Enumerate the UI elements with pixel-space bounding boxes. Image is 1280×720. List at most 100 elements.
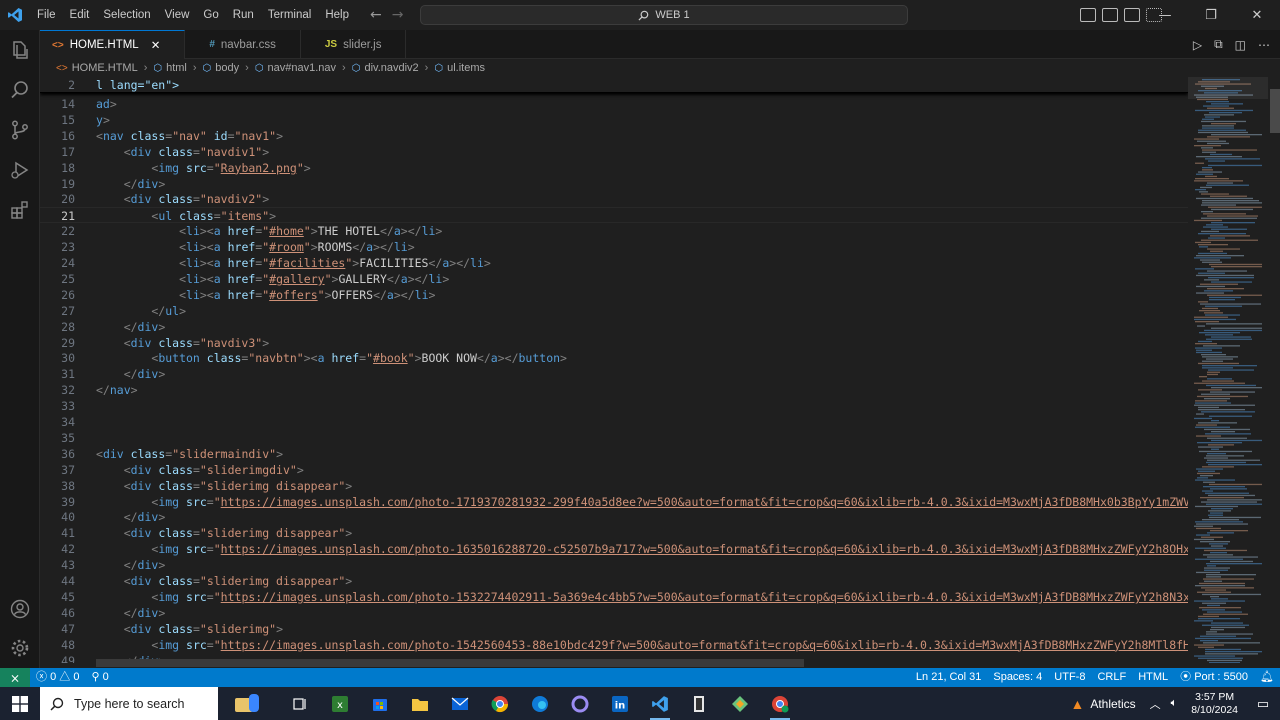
- split-editor-icon[interactable]: ◫: [1235, 38, 1246, 52]
- code-line[interactable]: 43 </div>: [40, 557, 1188, 573]
- chrome-profile-icon[interactable]: [760, 687, 800, 720]
- breadcrumb-item[interactable]: body: [215, 62, 239, 74]
- remote-indicator-icon[interactable]: ⨯: [0, 668, 30, 687]
- toggle-sidebar-icon[interactable]: [1080, 8, 1096, 22]
- code-line[interactable]: 45 <img src="https://images.unsplash.com…: [40, 589, 1188, 605]
- code-line[interactable]: 15 y>: [40, 112, 1188, 128]
- extensions-icon[interactable]: [0, 190, 40, 230]
- code-line[interactable]: 16 <nav class="nav" id="nav1">: [40, 128, 1188, 144]
- breadcrumb-item[interactable]: nav#nav1.nav: [268, 62, 337, 74]
- weather-icon[interactable]: ▲: [1070, 696, 1084, 712]
- linkedin-icon[interactable]: in: [600, 687, 640, 720]
- search-icon[interactable]: [0, 70, 40, 110]
- mail-icon[interactable]: [440, 687, 480, 720]
- live-server-port[interactable]: ⦿ Port : 5500: [1174, 668, 1254, 687]
- open-preview-icon[interactable]: ⧉: [1214, 37, 1223, 52]
- code-line[interactable]: 30 <button class="navbtn"><a href="#book…: [40, 350, 1188, 366]
- code-line[interactable]: 25 <li><a href="#gallery">GALLERY</a></l…: [40, 271, 1188, 287]
- taskbar-search-box[interactable]: Type here to search: [40, 687, 218, 720]
- excel-icon[interactable]: x: [320, 687, 360, 720]
- breadcrumb-item[interactable]: div.navdiv2: [364, 62, 418, 74]
- code-line[interactable]: 38 <div class="sliderimg disappear">: [40, 478, 1188, 494]
- file-explorer-icon[interactable]: [400, 687, 440, 720]
- code-line[interactable]: 36 <div class="slidermaindiv">: [40, 446, 1188, 462]
- code-line[interactable]: 17 <div class="navdiv1">: [40, 144, 1188, 160]
- code-line[interactable]: 2 l lang="en">: [40, 77, 1188, 93]
- minimap[interactable]: [1188, 77, 1268, 663]
- code-line[interactable]: 14 ad>: [40, 96, 1188, 112]
- code-line[interactable]: 23 <li><a href="#room">ROOMS</a></li>: [40, 239, 1188, 255]
- tab-navbar-css[interactable]: # navbar.css: [185, 30, 301, 59]
- tab-home-html[interactable]: <> HOME.HTML ✕: [40, 30, 186, 59]
- account-icon[interactable]: [0, 589, 40, 629]
- vscode-taskbar-icon[interactable]: [640, 687, 680, 720]
- toggle-secondary-sidebar-icon[interactable]: [1124, 8, 1140, 22]
- code-line[interactable]: 20 <div class="navdiv2">: [40, 191, 1188, 207]
- code-line[interactable]: 26 <li><a href="#offers">OFFERS</a></li>: [40, 287, 1188, 303]
- store-icon[interactable]: [360, 687, 400, 720]
- language-mode[interactable]: HTML: [1132, 668, 1174, 687]
- encoding[interactable]: UTF-8: [1048, 668, 1091, 687]
- edge-icon[interactable]: [520, 687, 560, 720]
- code-line[interactable]: 47 <div class="sliderimg">: [40, 621, 1188, 637]
- menu-run[interactable]: Run: [226, 0, 261, 30]
- task-view-icon[interactable]: [280, 687, 320, 720]
- code-line[interactable]: 48 <img src="https://images.unsplash.com…: [40, 637, 1188, 653]
- cursor-position[interactable]: Ln 21, Col 31: [910, 668, 987, 687]
- more-actions-icon[interactable]: ⋯: [1258, 38, 1270, 52]
- code-line[interactable]: 21 <ul class="items">: [40, 207, 1188, 224]
- git-kraken-icon[interactable]: [720, 687, 760, 720]
- code-line[interactable]: 28 </div>: [40, 319, 1188, 335]
- menu-edit[interactable]: Edit: [63, 0, 97, 30]
- horizontal-scroll-thumb[interactable]: [96, 659, 804, 667]
- explorer-icon[interactable]: [0, 30, 40, 70]
- code-line[interactable]: 44 <div class="sliderimg disappear">: [40, 573, 1188, 589]
- weather-label[interactable]: Athletics: [1090, 697, 1135, 711]
- copilot-icon[interactable]: [218, 687, 280, 720]
- run-play-icon[interactable]: ▷: [1193, 38, 1202, 52]
- terminal-icon[interactable]: [680, 687, 720, 720]
- breadcrumb-item[interactable]: ul.items: [447, 62, 485, 74]
- code-line[interactable]: 46 </div>: [40, 605, 1188, 621]
- code-editor[interactable]: 2l lang="en"> 14 ad> 15 y> 16 <nav class="nav"…: [40, 77, 1188, 663]
- menu-go[interactable]: Go: [196, 0, 225, 30]
- command-center-search[interactable]: WEB 1: [420, 5, 908, 25]
- code-line[interactable]: 22 <li><a href="#home">THE HOTEL</a></li…: [40, 223, 1188, 239]
- settings-gear-icon[interactable]: [0, 628, 40, 668]
- code-line[interactable]: 29 <div class="navdiv3">: [40, 335, 1188, 351]
- code-line[interactable]: 27 </ul>: [40, 303, 1188, 319]
- breadcrumb-item[interactable]: HOME.HTML: [72, 62, 138, 74]
- code-line[interactable]: 41 <div class="sliderimg disappear">: [40, 525, 1188, 541]
- code-line[interactable]: 31 </div>: [40, 366, 1188, 382]
- chrome-icon[interactable]: [480, 687, 520, 720]
- code-line[interactable]: 32 </nav>: [40, 382, 1188, 398]
- menu-help[interactable]: Help: [318, 0, 356, 30]
- ports-status[interactable]: ⚲ 0: [85, 668, 114, 687]
- minimize-icon[interactable]: —: [1142, 0, 1188, 30]
- run-debug-icon[interactable]: [0, 150, 40, 190]
- code-line[interactable]: 19 </div>: [40, 176, 1188, 192]
- menu-file[interactable]: File: [30, 0, 63, 30]
- menu-terminal[interactable]: Terminal: [261, 0, 318, 30]
- vertical-scroll-thumb[interactable]: [1270, 89, 1280, 133]
- toggle-panel-icon[interactable]: [1102, 8, 1118, 22]
- vertical-scrollbar[interactable]: [1268, 77, 1280, 663]
- windows-start-icon[interactable]: [0, 687, 40, 720]
- code-line[interactable]: 35: [40, 430, 1188, 446]
- code-line[interactable]: 34: [40, 414, 1188, 430]
- indentation[interactable]: Spaces: 4: [987, 668, 1048, 687]
- problems-status[interactable]: ⓧ 0 △ 0: [30, 668, 85, 687]
- source-control-icon[interactable]: [0, 110, 40, 150]
- close-window-icon[interactable]: ✕: [1234, 0, 1280, 30]
- code-line[interactable]: 33: [40, 398, 1188, 414]
- clock[interactable]: 3:57 PM 8/10/2024: [1183, 691, 1246, 717]
- code-line[interactable]: 42 <img src="https://images.unsplash.com…: [40, 541, 1188, 557]
- code-line[interactable]: 40 </div>: [40, 509, 1188, 525]
- show-hidden-icons-icon[interactable]: ︿: [1150, 696, 1161, 712]
- breadcrumb-item[interactable]: html: [166, 62, 187, 74]
- volume-icon[interactable]: 🔈︎: [1171, 697, 1178, 710]
- menu-selection[interactable]: Selection: [96, 0, 157, 30]
- notifications-bell-icon[interactable]: 🔔︎: [1254, 668, 1280, 687]
- code-line[interactable]: 24 <li><a href="#facilities">FACILITIES<…: [40, 255, 1188, 271]
- tab-slider-js[interactable]: JS slider.js: [301, 30, 407, 59]
